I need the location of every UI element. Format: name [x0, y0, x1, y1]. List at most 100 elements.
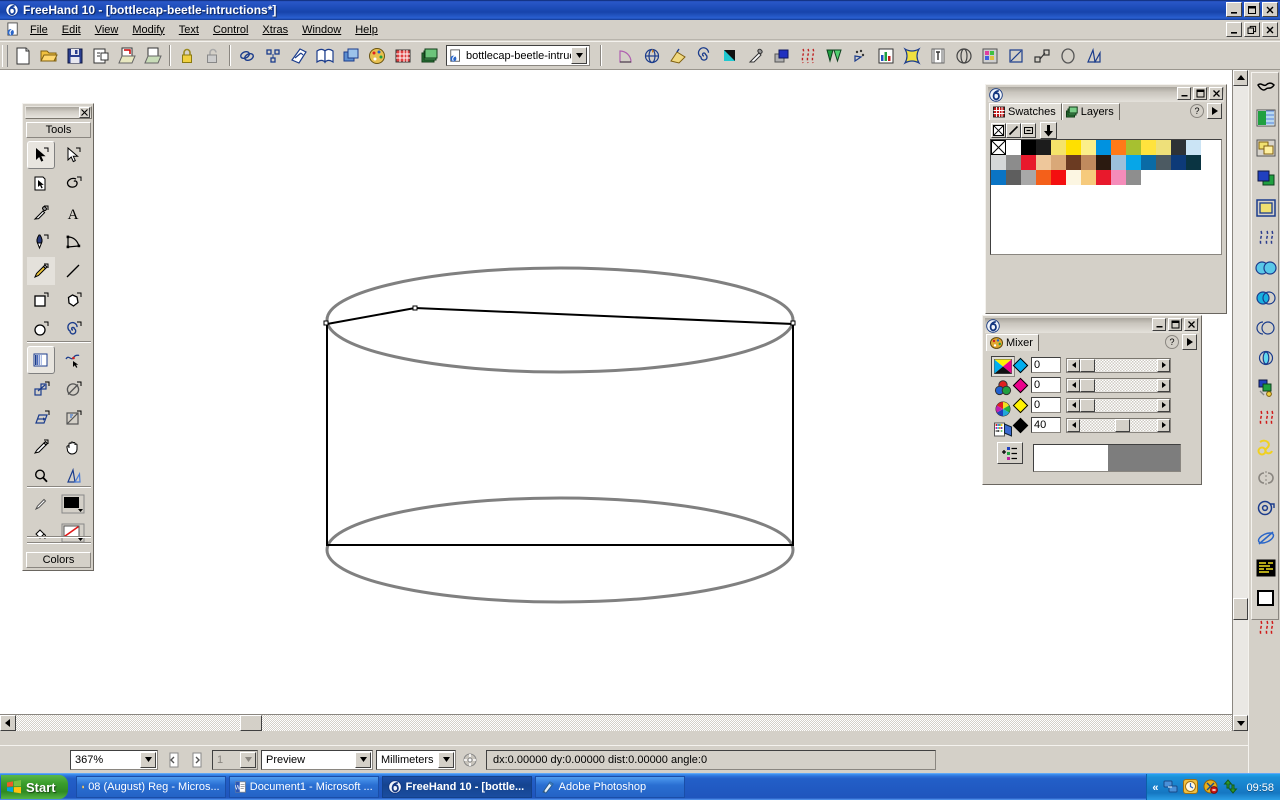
black-slider-right-arrow[interactable]	[1157, 419, 1170, 432]
color-swatch[interactable]	[1006, 170, 1021, 185]
taskbar-item-word[interactable]: W Document1 - Microsoft ...	[229, 776, 379, 798]
add-swatch-button[interactable]	[1040, 122, 1057, 139]
swatches-options-menu-button[interactable]	[1207, 103, 1222, 119]
color-swatch[interactable]	[1021, 155, 1036, 170]
menu-bar[interactable]: File Edit View Modify Text Control Xtras…	[0, 20, 1280, 40]
menu-help[interactable]: Help	[348, 22, 385, 38]
color-swatch[interactable]	[1021, 170, 1036, 185]
updates-icon[interactable]	[1223, 779, 1238, 797]
system-tray[interactable]: « 09:58	[1146, 774, 1280, 800]
fill-transparency-button[interactable]	[1252, 103, 1280, 133]
tray-clock[interactable]: 09:58	[1246, 782, 1274, 794]
color-swatch[interactable]	[1066, 170, 1081, 185]
swatches-panel-tabs[interactable]: Swatches Layers	[989, 103, 1223, 120]
swatches-toolrow[interactable]	[991, 122, 1057, 139]
system-color-mode-button[interactable]	[991, 419, 1015, 440]
black-slider-left-arrow[interactable]	[1067, 419, 1080, 432]
black-slider[interactable]	[1066, 418, 1171, 433]
reverse-direction-button[interactable]	[1252, 463, 1280, 493]
open-document-button[interactable]	[36, 43, 62, 68]
swatch-list[interactable]	[990, 139, 1222, 255]
roughen-tri-button[interactable]	[1081, 43, 1107, 68]
punch-button[interactable]	[1252, 313, 1280, 343]
color-swatch[interactable]	[1156, 155, 1171, 170]
bar-chart-button[interactable]	[873, 43, 899, 68]
color-swatch[interactable]	[1171, 140, 1186, 155]
main-toolbar[interactable]: bottlecap-beetle-intructi	[0, 41, 1280, 70]
color-swatch[interactable]	[1186, 155, 1201, 170]
chevron-down-icon[interactable]	[355, 752, 371, 768]
freeform-tool[interactable]	[59, 346, 87, 374]
color-swatch[interactable]	[1066, 140, 1081, 155]
page-tool[interactable]	[27, 170, 55, 198]
page-number-combo[interactable]: 1	[212, 750, 258, 770]
gradient-tool[interactable]	[27, 346, 55, 374]
close-button[interactable]	[1262, 2, 1278, 17]
mixer-panel[interactable]: Mixer ? 0	[982, 315, 1202, 485]
menu-text[interactable]: Text	[172, 22, 206, 38]
pointer-tool[interactable]	[27, 141, 55, 169]
bottom-ellipse[interactable]	[327, 498, 793, 602]
anchor-point-topright[interactable]	[791, 321, 795, 325]
color-swatch[interactable]	[991, 140, 1006, 155]
cyan-slider-left-arrow[interactable]	[1067, 359, 1080, 372]
cylinder-body-path[interactable]	[327, 308, 793, 545]
unlock-button[interactable]	[200, 43, 226, 68]
doc-minimize-button[interactable]	[1226, 22, 1242, 37]
cyan-slider-right-arrow[interactable]	[1157, 359, 1170, 372]
menu-view[interactable]: View	[88, 22, 126, 38]
color-swatch[interactable]	[1021, 140, 1036, 155]
swatch-row[interactable]	[991, 170, 1221, 185]
import-button[interactable]	[114, 43, 140, 68]
yellow-slider-right-arrow[interactable]	[1157, 399, 1170, 412]
scroll-down-button[interactable]	[1233, 715, 1248, 731]
xtras-dock-strip[interactable]	[1251, 72, 1279, 620]
spiral-button[interactable]	[691, 43, 717, 68]
color-swatch[interactable]	[1066, 155, 1081, 170]
swatches-close-button[interactable]	[1209, 87, 1223, 100]
color-swatch[interactable]	[1126, 140, 1141, 155]
window-titlebar[interactable]: FreeHand 10 - [bottlecap-beetle-intructi…	[0, 0, 1280, 20]
roughen-red2-button[interactable]	[1252, 613, 1280, 643]
document-window-controls[interactable]	[1226, 22, 1278, 37]
start-button[interactable]: Start	[1, 775, 68, 799]
eyedropper-button[interactable]	[743, 43, 769, 68]
chevron-down-icon[interactable]	[438, 752, 454, 768]
rgb-mode-button[interactable]	[991, 377, 1015, 398]
spiral-tool[interactable]	[59, 315, 87, 343]
tab-swatches[interactable]: Swatches	[989, 103, 1062, 120]
inset-path-button[interactable]	[1055, 43, 1081, 68]
black-value-field[interactable]: 40	[1031, 417, 1061, 433]
eyedropper-tool[interactable]	[27, 199, 55, 227]
text-effect-button[interactable]	[925, 43, 951, 68]
scroll-left-button[interactable]	[0, 715, 16, 731]
next-page-button[interactable]	[187, 750, 207, 770]
doc-close-button[interactable]	[1262, 22, 1278, 37]
color-swatch[interactable]	[1051, 170, 1066, 185]
bezigon-tool[interactable]	[59, 228, 87, 256]
window-controls[interactable]	[1226, 2, 1278, 17]
arc-tool-button[interactable]	[613, 43, 639, 68]
text-tool[interactable]: A	[59, 199, 87, 227]
trap-button[interactable]	[1252, 133, 1280, 163]
magenta-slider-thumb[interactable]	[1080, 379, 1095, 392]
knife-tool[interactable]	[27, 433, 55, 461]
anchor-point-topleft[interactable]	[324, 321, 328, 325]
toolbar-grip[interactable]	[2, 45, 8, 67]
tab-mixer[interactable]: Mixer	[986, 334, 1039, 351]
magenta-slider-right-arrow[interactable]	[1157, 379, 1170, 392]
horizontal-scrollbar[interactable]	[0, 714, 1232, 731]
arc-rotate-button[interactable]	[1252, 493, 1280, 523]
top-ellipse[interactable]	[327, 268, 793, 372]
units-combo[interactable]: Millimeters	[376, 750, 456, 770]
vertical-scroll-thumb[interactable]	[1233, 598, 1248, 620]
mixer-channel-y[interactable]: 0	[1015, 397, 1195, 413]
document-control-icon[interactable]	[3, 22, 23, 37]
swatches-button[interactable]	[390, 43, 416, 68]
color-swatch[interactable]	[1126, 170, 1141, 185]
color-swatch[interactable]	[991, 170, 1006, 185]
swatches-panel-window-controls[interactable]	[1177, 87, 1223, 100]
chevron-down-icon[interactable]	[140, 752, 156, 768]
roughen-blue-button[interactable]	[1252, 223, 1280, 253]
color-swatch[interactable]	[1006, 155, 1021, 170]
